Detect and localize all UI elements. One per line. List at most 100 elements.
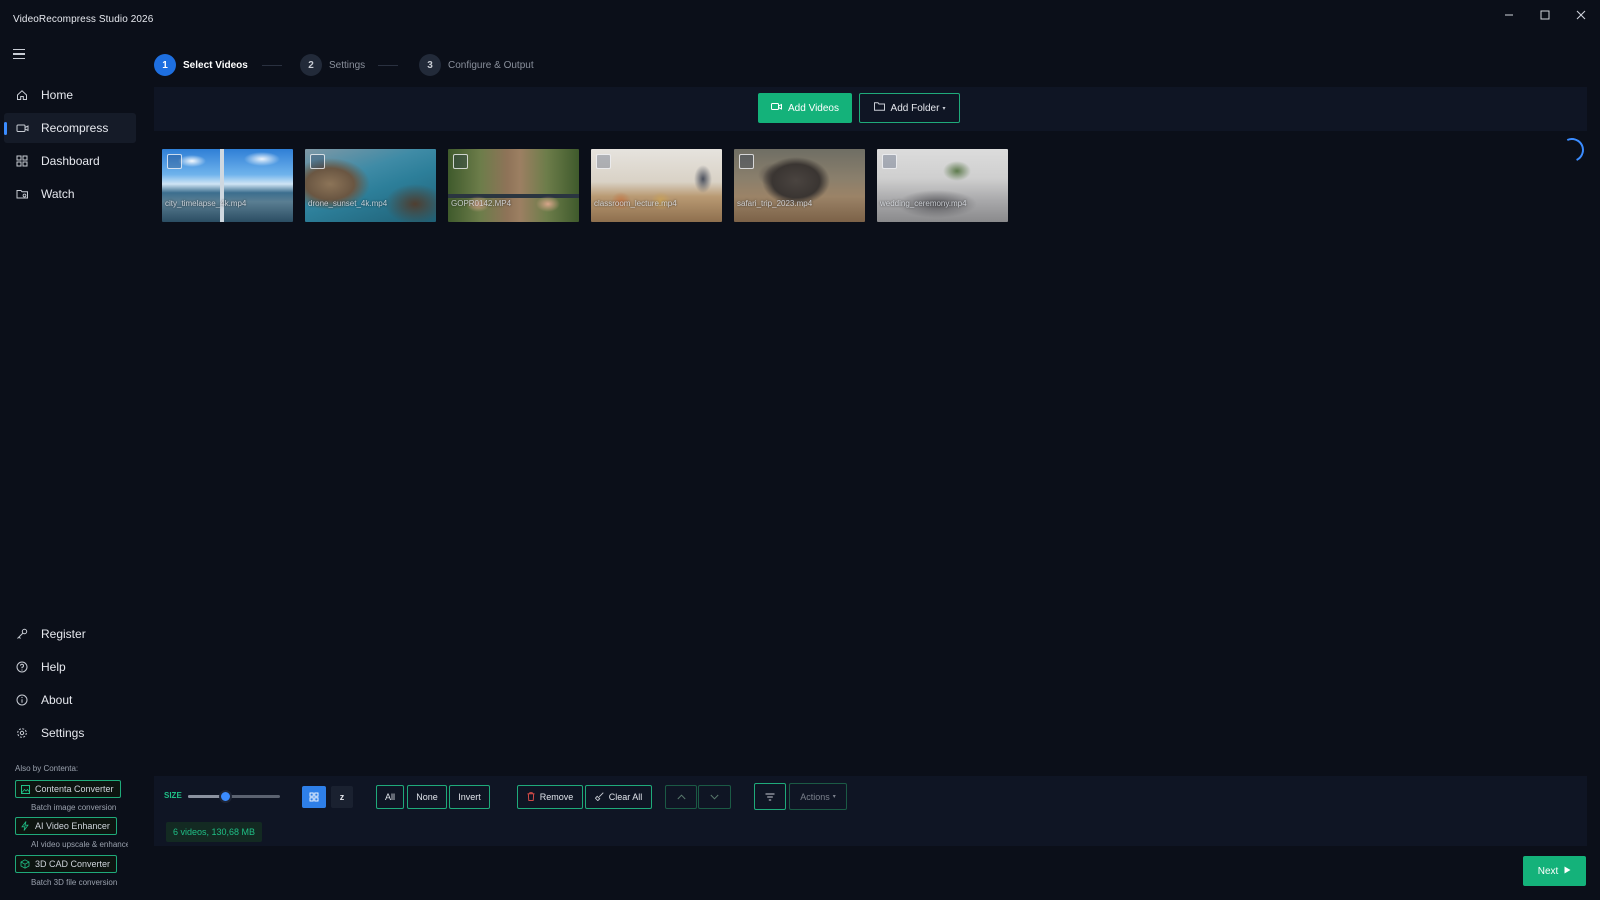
app-title: VideoRecompress Studio 2026	[13, 14, 154, 25]
remove-label: Remove	[539, 792, 574, 802]
sidebar-item-label: Watch	[41, 187, 75, 201]
key-icon	[14, 626, 30, 642]
thumbnail-filename: safari_trip_2023.mp4	[737, 199, 813, 208]
loading-spinner-icon	[1556, 134, 1588, 166]
trash-icon	[527, 791, 535, 803]
folder-eye-icon	[14, 186, 30, 202]
promo-label: 3D CAD Converter	[35, 859, 111, 869]
chevron-down-icon: ▾	[942, 105, 946, 112]
minimize-icon	[1505, 14, 1513, 16]
maximize-icon	[1540, 10, 1550, 20]
video-thumbnail[interactable]: wedding_ceremony.mp4	[877, 149, 1008, 222]
slider-handle[interactable]	[218, 790, 232, 803]
sidebar-item-watch[interactable]: Watch	[4, 179, 136, 209]
close-icon	[1576, 10, 1586, 20]
select-none-label: None	[416, 792, 438, 802]
select-none-button[interactable]: None	[407, 785, 447, 809]
thumbnail-filename: GOPR0142.MP4	[451, 199, 512, 208]
promo-subtitle: AI video upscale & enhance	[31, 840, 128, 849]
clear-all-button[interactable]: Clear All	[585, 785, 652, 809]
thumbnail-filename: wedding_ceremony.mp4	[880, 199, 967, 208]
sidebar-item-settings[interactable]: Settings	[4, 718, 136, 748]
promo-subtitle: Batch 3D file conversion	[31, 878, 118, 887]
promo-contenta-converter[interactable]: Contenta Converter	[15, 780, 121, 798]
filter-icon	[765, 793, 775, 800]
title-bar: VideoRecompress Studio 2026	[0, 0, 1600, 40]
play-arrow-icon	[1564, 866, 1571, 876]
sidebar-item-label: Recompress	[41, 121, 109, 135]
grid-icon	[14, 153, 30, 169]
thumbnail-filename: city_timelapse_4k.mp4	[165, 199, 247, 208]
sidebar-item-label: Settings	[41, 726, 85, 740]
sidebar-item-about[interactable]: About	[4, 685, 136, 715]
add-folder-button[interactable]: Add Folder ▾	[859, 93, 960, 123]
sidebar-item-label: Home	[41, 88, 74, 102]
grid-view-icon	[309, 792, 319, 802]
video-thumbnail[interactable]: classroom_lecture.mp4	[591, 149, 722, 222]
size-label: SIZE	[164, 791, 182, 800]
thumbnail-checkbox[interactable]	[882, 154, 897, 169]
sidebar-item-recompress[interactable]: Recompress	[4, 113, 136, 143]
add-folder-label: Add Folder	[890, 102, 940, 114]
chevron-up-icon	[676, 794, 686, 800]
invert-selection-button[interactable]: Invert	[449, 785, 490, 809]
help-icon	[14, 659, 30, 675]
move-down-button[interactable]	[698, 785, 731, 809]
step-label: Settings	[329, 59, 366, 71]
add-videos-button[interactable]: Add Videos	[758, 93, 852, 123]
thumbnail-checkbox[interactable]	[739, 154, 754, 169]
sidebar-item-home[interactable]: Home	[4, 80, 136, 110]
promo-ai-video-enhancer[interactable]: AI Video Enhancer	[15, 817, 117, 835]
thumbnail-checkbox[interactable]	[310, 154, 325, 169]
folder-icon	[873, 102, 885, 114]
hamburger-icon[interactable]	[12, 47, 26, 61]
filter-button[interactable]	[754, 783, 786, 810]
promo-subtitle: Batch image conversion	[31, 803, 117, 812]
step-number: 3	[419, 54, 441, 76]
sort-button[interactable]: z	[331, 786, 353, 808]
next-label: Next	[1537, 865, 1559, 877]
gear-icon	[14, 725, 30, 741]
cube-icon	[20, 859, 30, 869]
thumbnail-filename: drone_sunset_4k.mp4	[308, 199, 388, 208]
selection-summary-badge: 6 videos, 130,68 MB	[166, 822, 263, 842]
move-up-button[interactable]	[665, 785, 697, 809]
chevron-down-icon: ▾	[832, 794, 836, 800]
invert-label: Invert	[458, 792, 481, 802]
select-all-button[interactable]: All	[376, 785, 404, 809]
video-thumbnail[interactable]: GOPR0142.MP4	[448, 149, 579, 222]
minimize-button[interactable]	[1494, 4, 1524, 26]
video-thumbnail[interactable]: safari_trip_2023.mp4	[734, 149, 865, 222]
sidebar-item-help[interactable]: Help	[4, 652, 136, 682]
video-icon	[14, 120, 30, 136]
video-thumbnail[interactable]: drone_sunset_4k.mp4	[305, 149, 436, 222]
next-button[interactable]: Next	[1523, 856, 1586, 886]
thumbnail-checkbox[interactable]	[596, 154, 611, 169]
thumbnail-checkbox[interactable]	[167, 154, 182, 169]
step-label: Configure & Output	[448, 59, 534, 71]
sidebar-item-label: Help	[41, 660, 66, 674]
step-connector	[262, 65, 282, 66]
sidebar-item-label: Register	[41, 627, 86, 641]
thumbnail-checkbox[interactable]	[453, 154, 468, 169]
sidebar-item-label: About	[41, 693, 73, 707]
thumbnail-filename: classroom_lecture.mp4	[594, 199, 677, 208]
size-slider[interactable]	[188, 790, 280, 803]
bottom-toolbar	[154, 776, 1587, 846]
actions-label: Actions	[800, 791, 830, 802]
promo-label: Contenta Converter	[35, 784, 114, 794]
sidebar-item-dashboard[interactable]: Dashboard	[4, 146, 136, 176]
step-settings[interactable]: 2 Settings	[300, 54, 365, 76]
grid-view-button[interactable]	[302, 786, 326, 808]
remove-button[interactable]: Remove	[517, 785, 583, 809]
promo-3d-cad-converter[interactable]: 3D CAD Converter	[15, 855, 118, 873]
sidebar-item-register[interactable]: Register	[4, 619, 136, 649]
step-select-videos[interactable]: 1 Select Videos	[154, 54, 248, 76]
maximize-button[interactable]	[1530, 4, 1560, 26]
promo-label: AI Video Enhancer	[35, 821, 110, 831]
actions-dropdown[interactable]: Actions ▾	[789, 783, 847, 810]
also-by-label: Also by Contenta:	[15, 764, 79, 773]
close-button[interactable]	[1566, 4, 1596, 26]
step-configure-output[interactable]: 3 Configure & Output	[419, 54, 534, 76]
video-thumbnail[interactable]: city_timelapse_4k.mp4	[162, 149, 293, 222]
